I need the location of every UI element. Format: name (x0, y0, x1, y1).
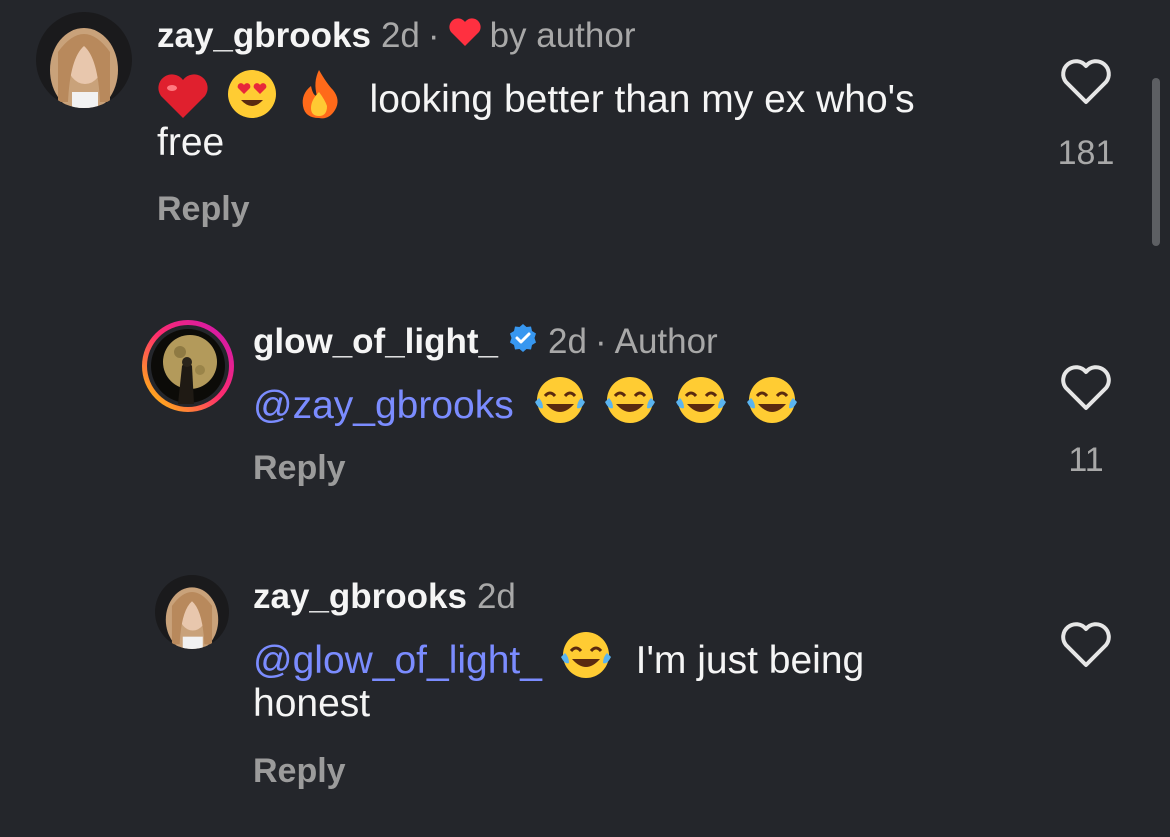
reply-button[interactable]: Reply (157, 190, 250, 229)
like-count: 11 (1068, 441, 1104, 479)
verified-badge-icon (508, 321, 538, 363)
scrollbar[interactable] (1152, 78, 1160, 246)
reply-button[interactable]: Reply (253, 449, 346, 488)
fire-emoji (295, 68, 343, 133)
separator: · (594, 322, 607, 361)
liked-by-author-badge: by author (448, 15, 636, 57)
avatar[interactable] (155, 575, 229, 649)
heart-eyes-emoji (226, 68, 278, 133)
tears-of-joy-emoji (559, 629, 613, 694)
author-label: Author (614, 322, 718, 361)
avatar[interactable] (36, 12, 132, 108)
comment-body: I'm just being (635, 639, 865, 682)
username[interactable]: glow_of_light_ (253, 321, 498, 363)
username[interactable]: zay_gbrooks (253, 576, 467, 618)
like-count: 181 (1057, 134, 1115, 172)
comment-header: zay_gbrooks 2d · by author (157, 15, 636, 57)
timestamp: 2d (380, 16, 420, 55)
timestamp: 2d (476, 577, 516, 616)
timestamp: 2d (548, 322, 587, 361)
tears-of-joy-emoji (745, 374, 799, 439)
username[interactable]: zay_gbrooks (157, 15, 371, 57)
comment-text-line2: honest (253, 682, 371, 725)
like-heart-icon[interactable] (1058, 56, 1114, 108)
tears-of-joy-emoji (603, 374, 657, 439)
comment-text: @zay_gbrooks (253, 374, 805, 439)
reply-button[interactable]: Reply (253, 752, 346, 791)
tears-of-joy-emoji (533, 374, 587, 439)
heart-icon (448, 15, 482, 57)
mention-link[interactable]: @glow_of_light_ (253, 639, 542, 682)
like-heart-icon[interactable] (1058, 362, 1114, 414)
comment-text-line2: free (157, 121, 225, 164)
like-heart-icon[interactable] (1058, 619, 1114, 671)
story-ring-avatar[interactable] (140, 318, 236, 414)
mention-link[interactable]: @zay_gbrooks (253, 384, 514, 427)
comments-screen: zay_gbrooks 2d · by author looking bette… (0, 0, 1170, 837)
comment-body: looking better than my ex who's (369, 78, 915, 121)
comment-header: glow_of_light_ 2d · Author (253, 321, 718, 363)
tears-of-joy-emoji (674, 374, 728, 439)
separator: · (427, 16, 440, 55)
comment-text: looking better than my ex who's (157, 68, 915, 133)
badge-label: by author (489, 16, 636, 55)
comment-header: zay_gbrooks 2d (253, 576, 516, 618)
